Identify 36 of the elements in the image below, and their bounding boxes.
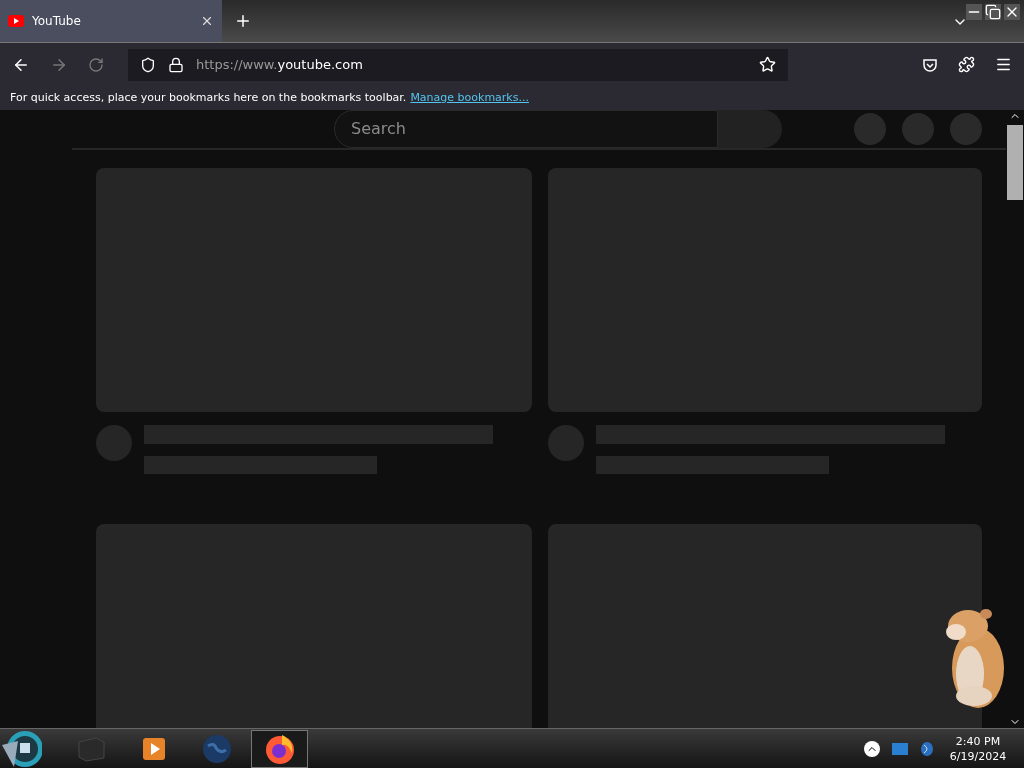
scrollbar-thumb[interactable]	[1007, 125, 1023, 200]
network-globe-icon[interactable]	[920, 740, 934, 757]
pocket-icon[interactable]	[922, 56, 938, 73]
dark-box-icon	[75, 735, 106, 762]
shield-icon[interactable]	[140, 56, 156, 73]
icon-placeholder	[950, 113, 982, 145]
icon-placeholder	[854, 113, 886, 145]
minimize-icon[interactable]	[966, 4, 982, 20]
globe-icon	[201, 733, 232, 764]
clock[interactable]: 2:40 PM 6/19/2024	[946, 733, 1010, 764]
url-text: https://www.youtube.com	[196, 55, 364, 74]
show-hidden-icons-icon[interactable]	[864, 740, 880, 757]
browser-tab[interactable]: YouTube	[0, 0, 222, 42]
bookmark-star-icon[interactable]	[759, 56, 776, 73]
start-button-icon[interactable]	[0, 728, 42, 768]
clock-time: 2:40 PM	[955, 733, 1001, 749]
tab-title: YouTube	[32, 13, 82, 30]
search-field[interactable]: Search	[334, 110, 718, 148]
menu-icon[interactable]	[995, 56, 1012, 73]
search-placeholder: Search	[351, 118, 406, 140]
close-icon[interactable]	[200, 14, 214, 28]
restore-icon[interactable]	[985, 4, 1001, 20]
firefox-icon	[263, 732, 296, 765]
lock-icon[interactable]	[168, 56, 184, 73]
extensions-icon[interactable]	[958, 56, 975, 73]
clock-date: 6/19/2024	[949, 748, 1007, 764]
reload-icon[interactable]	[88, 56, 104, 73]
taskbar-app[interactable]	[251, 729, 308, 768]
address-bar[interactable]: https://www.youtube.com	[128, 48, 788, 81]
bookmarks-hint: For quick access, place your bookmarks here on the bookmarks toolbar.	[10, 89, 407, 106]
icon-placeholder	[902, 113, 934, 145]
new-tab-icon[interactable]	[234, 12, 252, 30]
manage-bookmarks-link[interactable]: Manage bookmarks...	[410, 89, 529, 107]
close-window-icon[interactable]	[1004, 4, 1020, 20]
youtube-logo-icon	[8, 15, 24, 27]
monitor-icon[interactable]	[892, 742, 908, 755]
